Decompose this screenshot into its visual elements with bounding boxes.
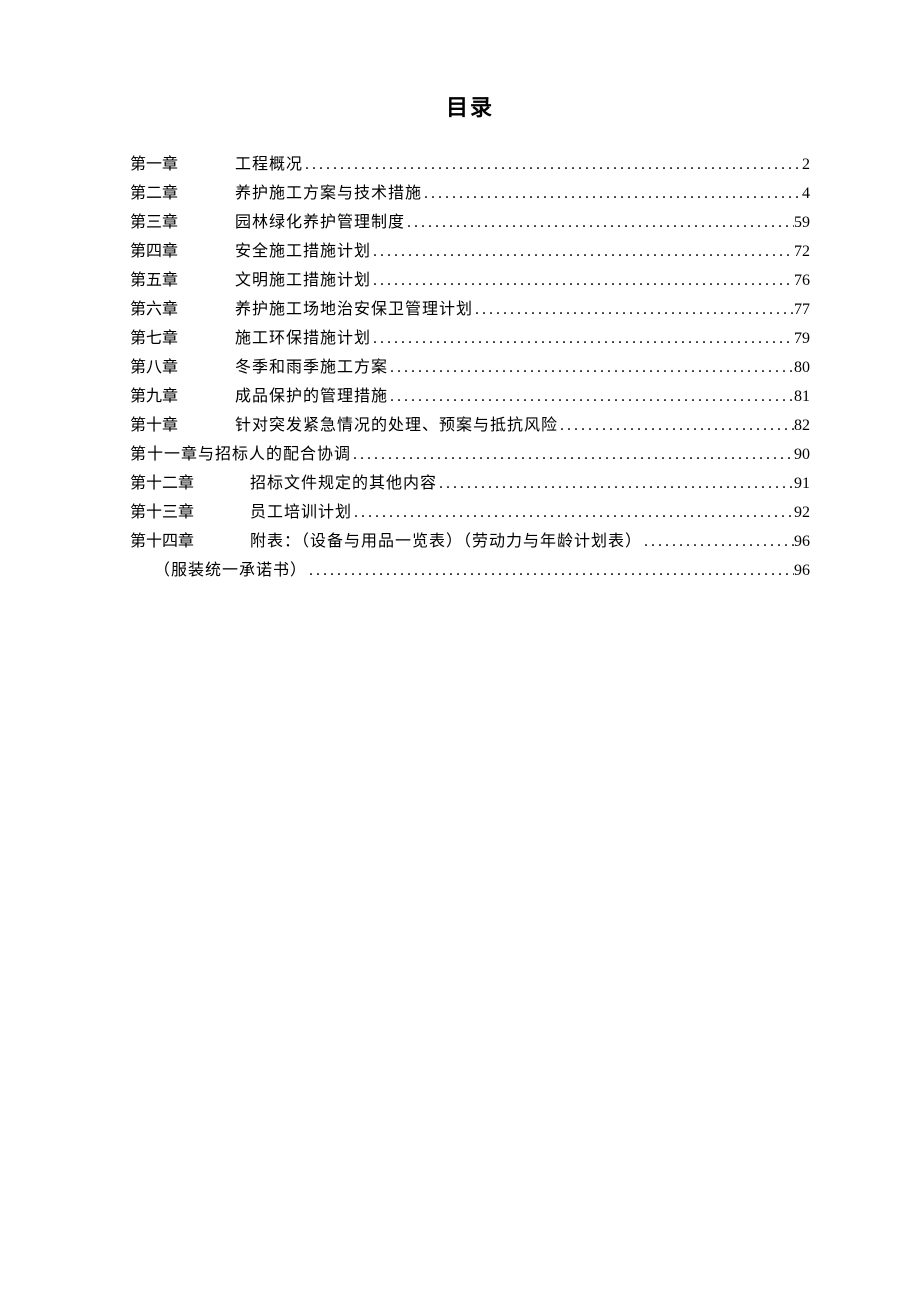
toc-leader-dots (303, 150, 802, 179)
toc-page-number: 96 (794, 556, 810, 585)
toc-page-number: 79 (794, 324, 810, 353)
toc-entry: 第十二章招标文件规定的其他内容 91 (130, 469, 810, 498)
toc-title: 第十一章与招标人的配合协调 (130, 440, 351, 469)
toc-page-number: 4 (802, 179, 810, 208)
toc-title: 养护施工场地治安保卫管理计划 (235, 295, 473, 324)
toc-title: 招标文件规定的其他内容 (250, 469, 437, 498)
toc-leader-dots (405, 208, 794, 237)
toc-title: 冬季和雨季施工方案 (235, 353, 388, 382)
toc-leader-dots (351, 440, 794, 469)
toc-chapter: 第五章 (130, 266, 235, 295)
toc-entry: （服装统一承诺书） 96 (130, 556, 810, 585)
toc-page-number: 76 (794, 266, 810, 295)
toc-title: 养护施工方案与技术措施 (235, 179, 422, 208)
toc-title: 园林绿化养护管理制度 (235, 208, 405, 237)
toc-entry: 第一章工程概况 2 (130, 150, 810, 179)
toc-chapter: 第七章 (130, 324, 235, 353)
document-page: 目录 第一章工程概况 2 第二章养护施工方案与技术措施 4第三章园林绿化养护管理制度 … (0, 0, 920, 585)
toc-page-number: 90 (794, 440, 810, 469)
toc-leader-dots (371, 237, 794, 266)
toc-leader-dots (388, 353, 794, 382)
toc-leader-dots (558, 411, 794, 440)
toc-leader-dots (352, 498, 794, 527)
toc-title: 附表：（设备与用品一览表）（劳动力与年龄计划表） (250, 527, 642, 556)
toc-title: （服装统一承诺书） (154, 556, 307, 585)
toc-entry: 第十四章附表：（设备与用品一览表）（劳动力与年龄计划表） 96 (130, 527, 810, 556)
toc-chapter: 第十章 (130, 411, 235, 440)
toc-page-number: 96 (794, 527, 810, 556)
toc-chapter: 第十二章 (130, 469, 250, 498)
toc-leader-dots (473, 295, 794, 324)
toc-entry: 第六章养护施工场地治安保卫管理计划 77 (130, 295, 810, 324)
toc-page-number: 72 (794, 237, 810, 266)
toc-page-number: 59 (794, 208, 810, 237)
toc-entry: 第十一章与招标人的配合协调 90 (130, 440, 810, 469)
toc-entry: 第十三章员工培训计划 92 (130, 498, 810, 527)
toc-leader-dots (371, 324, 794, 353)
toc-page-number: 91 (794, 469, 810, 498)
toc-page-number: 82 (794, 411, 810, 440)
toc-chapter: 第九章 (130, 382, 235, 411)
toc-page-number: 80 (794, 353, 810, 382)
toc-chapter: 第十四章 (130, 527, 250, 556)
toc-page-number: 2 (802, 150, 810, 179)
toc-chapter: 第一章 (130, 150, 235, 179)
toc-entry: 第七章施工环保措施计划 79 (130, 324, 810, 353)
toc-entry: 第八章冬季和雨季施工方案 80 (130, 353, 810, 382)
toc-chapter: 第八章 (130, 353, 235, 382)
toc-chapter: 第三章 (130, 208, 235, 237)
toc-title: 员工培训计划 (250, 498, 352, 527)
toc-title: 工程概况 (235, 150, 303, 179)
toc-entry: 第二章养护施工方案与技术措施 4 (130, 179, 810, 208)
toc-entry: 第五章文明施工措施计划 76 (130, 266, 810, 295)
toc-page-number: 92 (794, 498, 810, 527)
toc-leader-dots (371, 266, 794, 295)
toc-leader-dots (422, 179, 802, 208)
toc-leader-dots (437, 469, 794, 498)
toc-leader-dots (307, 556, 794, 585)
toc-title: 施工环保措施计划 (235, 324, 371, 353)
page-title: 目录 (130, 90, 810, 122)
toc-entry: 第九章成品保护的管理措施 81 (130, 382, 810, 411)
toc-page-number: 77 (794, 295, 810, 324)
toc-title: 文明施工措施计划 (235, 266, 371, 295)
toc-leader-dots (642, 527, 794, 556)
toc-chapter: 第六章 (130, 295, 235, 324)
toc-title: 成品保护的管理措施 (235, 382, 388, 411)
toc-entry: 第四章安全施工措施计划 72 (130, 237, 810, 266)
toc-chapter: 第二章 (130, 179, 235, 208)
toc-title: 针对突发紧急情况的处理、预案与抵抗风险 (235, 411, 558, 440)
toc-leader-dots (388, 382, 794, 411)
toc-title: 安全施工措施计划 (235, 237, 371, 266)
toc-entry: 第十章针对突发紧急情况的处理、预案与抵抗风险 82 (130, 411, 810, 440)
table-of-contents: 第一章工程概况2第二章养护施工方案与技术措施4第三章园林绿化养护管理制度 59第… (130, 150, 810, 585)
toc-entry: 第三章园林绿化养护管理制度 59 (130, 208, 810, 237)
toc-chapter: 第十三章 (130, 498, 250, 527)
toc-page-number: 81 (794, 382, 810, 411)
toc-chapter: 第四章 (130, 237, 235, 266)
